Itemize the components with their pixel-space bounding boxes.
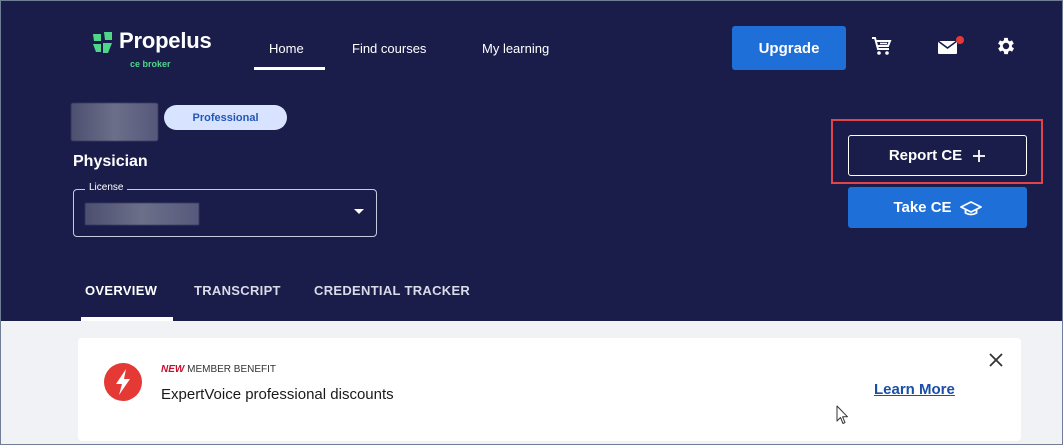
- license-label: License: [85, 182, 128, 193]
- propelus-logo-icon: [93, 32, 112, 53]
- redacted-license-value: [85, 203, 199, 225]
- nav-my-learning[interactable]: My learning: [482, 41, 549, 56]
- upgrade-button[interactable]: Upgrade: [732, 26, 846, 70]
- plus-icon: [973, 149, 986, 162]
- mail-notification-dot: [956, 36, 964, 44]
- mail-icon[interactable]: [936, 35, 966, 57]
- logo-wordmark: Propelus: [119, 28, 212, 53]
- tab-credential-tracker[interactable]: CREDENTIAL TRACKER: [314, 283, 470, 298]
- new-tag: NEW: [161, 364, 185, 375]
- kicker-text: MEMBER BENEFIT: [184, 364, 277, 375]
- nav-find-courses[interactable]: Find courses: [352, 41, 426, 56]
- cart-icon[interactable]: [870, 35, 894, 57]
- redacted-name: [71, 103, 158, 141]
- take-ce-button[interactable]: Take CE: [848, 187, 1027, 228]
- banner-title: ExpertVoice professional discounts: [161, 386, 394, 403]
- mouse-pointer-icon: [836, 405, 848, 424]
- app-window: Propelus ce broker Home Find courses My …: [0, 0, 1063, 445]
- chevron-down-icon[interactable]: [354, 209, 364, 214]
- report-ce-label: Report CE: [888, 147, 963, 164]
- gear-icon[interactable]: [994, 34, 1018, 58]
- take-ce-label: Take CE: [893, 199, 952, 216]
- report-ce-button[interactable]: Report CE: [848, 135, 1027, 176]
- graduation-cap-icon: [959, 200, 982, 215]
- nav-home[interactable]: Home: [269, 41, 304, 56]
- status-badge: Professional: [164, 105, 287, 130]
- learn-more-link[interactable]: Learn More: [874, 381, 955, 398]
- lightning-icon: [104, 363, 142, 401]
- top-header: Propelus ce broker Home Find courses My …: [1, 1, 1062, 321]
- nav-active-indicator: [254, 67, 325, 70]
- tab-transcript[interactable]: TRANSCRIPT: [194, 283, 281, 298]
- banner-kicker: NEW MEMBER BENEFIT: [161, 364, 276, 375]
- tab-overview[interactable]: OVERVIEW: [85, 283, 157, 298]
- close-icon[interactable]: [987, 351, 1005, 369]
- logo-subtitle: ce broker: [130, 59, 171, 69]
- profession-title: Physician: [73, 153, 148, 170]
